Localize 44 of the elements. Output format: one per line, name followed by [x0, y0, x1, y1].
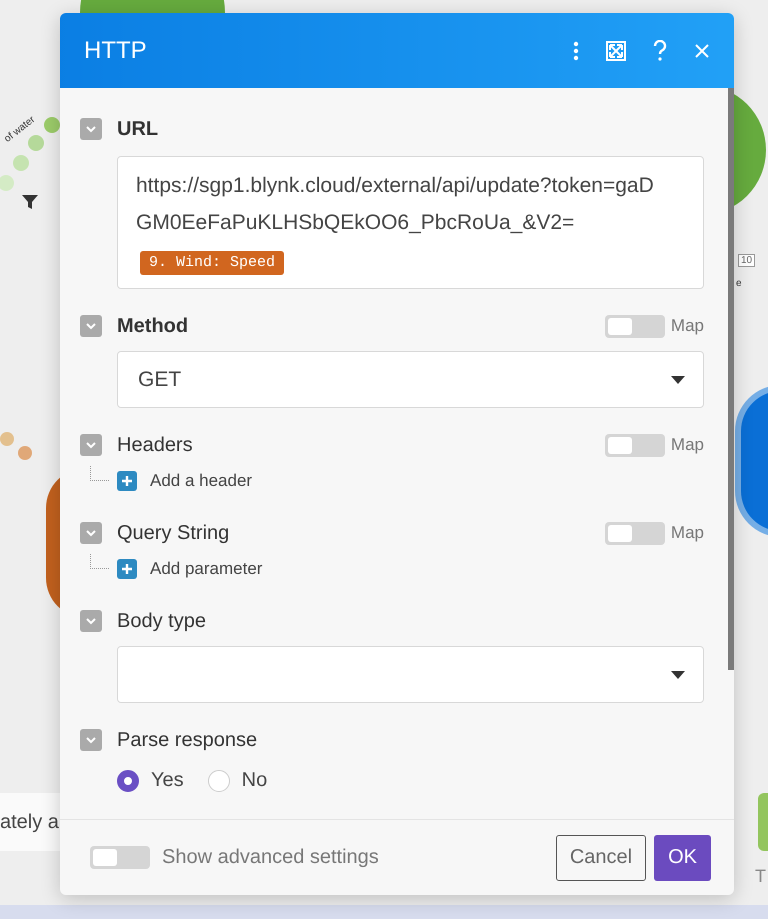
- canvas-label: ately a: [0, 793, 60, 851]
- map-toggle[interactable]: [604, 434, 665, 456]
- map-toggle[interactable]: [604, 522, 665, 544]
- select-field[interactable]: GET: [117, 351, 704, 408]
- collapse-icon[interactable]: [80, 729, 102, 751]
- add-icon[interactable]: [117, 471, 137, 491]
- filter-icon[interactable]: [22, 195, 38, 209]
- map-label: Map: [670, 523, 704, 543]
- collapse-icon[interactable]: [80, 434, 102, 456]
- field-label: Method: [117, 314, 188, 338]
- add-link[interactable]: Add a header: [150, 471, 252, 491]
- field-label: Parse response: [117, 728, 258, 752]
- add-icon[interactable]: [117, 559, 137, 579]
- advanced-label: Show advanced settings: [162, 846, 379, 869]
- more-icon[interactable]: [572, 40, 580, 60]
- field-label: Body type: [117, 610, 206, 632]
- expand-icon[interactable]: [606, 40, 626, 60]
- map-label: Map: [670, 316, 704, 336]
- select-field[interactable]: [117, 646, 704, 703]
- map-toggle[interactable]: [604, 314, 665, 338]
- help-icon[interactable]: [652, 40, 668, 62]
- field-label: URL: [117, 118, 158, 140]
- variable-tag[interactable]: 9. Wind: Speed: [140, 251, 284, 275]
- field-label: Query String: [117, 522, 230, 544]
- collapse-icon[interactable]: [80, 315, 102, 337]
- ok-button[interactable]: OK: [654, 834, 711, 880]
- canvas-label: e: [736, 278, 742, 289]
- collapse-icon[interactable]: [80, 522, 102, 544]
- canvas-label: 10: [738, 254, 756, 267]
- canvas-label: T: [755, 866, 766, 887]
- collapse-icon[interactable]: [80, 118, 102, 140]
- dialog-title: HTTP: [84, 36, 147, 64]
- close-icon[interactable]: [694, 42, 710, 58]
- map-label: Map: [670, 435, 704, 455]
- radio-label: No: [242, 769, 268, 792]
- scrollbar[interactable]: [728, 88, 734, 670]
- cancel-button[interactable]: Cancel: [556, 834, 646, 880]
- radio-button[interactable]: [117, 770, 139, 792]
- radio-label: Yes: [151, 769, 184, 792]
- add-link[interactable]: Add parameter: [150, 559, 262, 579]
- collapse-icon[interactable]: [80, 610, 102, 632]
- url-field[interactable]: https://sgp1.blynk.cloud/external/api/update?token=gaDGM0EeFaPuKLHSbQEkOO6_PbcRoUa_&V2= 9. Wind: Speed: [117, 156, 704, 289]
- advanced-toggle[interactable]: [90, 846, 150, 869]
- field-label: Headers: [117, 434, 193, 456]
